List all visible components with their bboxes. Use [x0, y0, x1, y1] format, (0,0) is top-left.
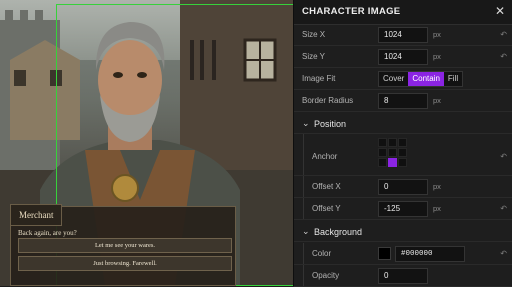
background-section-title: Background	[314, 227, 363, 237]
position-section-header[interactable]: ⌄ Position	[294, 114, 512, 134]
opacity-label: Opacity	[312, 271, 340, 280]
image-fit-row: Image Fit Cover Contain Fill	[294, 68, 512, 90]
border-radius-row: Border Radius 8 px	[294, 90, 512, 112]
size-y-row: Size Y 1024 px ↶	[294, 46, 512, 68]
dialogue-choice[interactable]: Just browsing. Farewell.	[18, 256, 232, 271]
anchor-label: Anchor	[312, 152, 338, 161]
offset-y-input[interactable]: -125	[378, 201, 428, 217]
reset-icon[interactable]: ↶	[500, 152, 507, 161]
offset-x-row: Offset X 0 px	[294, 176, 512, 198]
reset-icon[interactable]: ↶	[500, 52, 507, 61]
image-fit-segmented: Cover Contain Fill	[378, 71, 464, 87]
background-section-header[interactable]: ⌄ Background	[294, 222, 512, 242]
size-y-label: Size Y	[302, 52, 325, 61]
anchor-cell[interactable]	[398, 158, 407, 167]
offset-y-label: Offset Y	[312, 204, 341, 213]
anchor-cell[interactable]	[388, 138, 397, 147]
panel-header: CHARACTER IMAGE ✕	[294, 0, 512, 25]
chevron-down-icon: ⌄	[302, 118, 310, 128]
dialogue-line: Back again, are you?	[18, 229, 77, 237]
border-radius-input[interactable]: 8	[378, 93, 428, 109]
color-row: Color #000000 ↶	[294, 243, 512, 265]
scene-preview: Merchant Back again, are you? Let me see…	[0, 0, 293, 286]
color-swatch[interactable]	[378, 247, 391, 260]
unit-label: px	[433, 30, 441, 39]
offset-y-row: Offset Y -125 px ↶	[294, 198, 512, 220]
reset-icon[interactable]: ↶	[500, 204, 507, 213]
opacity-input[interactable]: 0	[378, 268, 428, 284]
anchor-cell[interactable]	[398, 148, 407, 157]
color-hex-input[interactable]: #000000	[395, 246, 465, 262]
unit-label: px	[433, 204, 441, 213]
image-fit-label: Image Fit	[302, 74, 336, 83]
chevron-down-icon: ⌄	[302, 226, 310, 236]
reset-icon[interactable]: ↶	[500, 249, 507, 258]
anchor-grid[interactable]	[378, 138, 408, 168]
anchor-cell-selected[interactable]	[388, 158, 397, 167]
unit-label: px	[433, 96, 441, 105]
close-icon[interactable]: ✕	[495, 4, 505, 18]
anchor-cell[interactable]	[378, 158, 387, 167]
offset-x-input[interactable]: 0	[378, 179, 428, 195]
offset-x-label: Offset X	[312, 182, 341, 191]
position-section-title: Position	[314, 119, 347, 129]
size-x-input[interactable]: 1024	[378, 27, 428, 43]
dialogue-choice[interactable]: Let me see your wares.	[18, 238, 232, 253]
panel-title: CHARACTER IMAGE	[302, 6, 401, 17]
size-y-input[interactable]: 1024	[378, 49, 428, 65]
fit-option-contain[interactable]: Contain	[408, 72, 444, 86]
anchor-cell[interactable]	[378, 138, 387, 147]
fit-option-cover[interactable]: Cover	[379, 72, 408, 86]
size-x-row: Size X 1024 px ↶	[294, 24, 512, 46]
fit-option-fill[interactable]: Fill	[444, 72, 462, 86]
anchor-cell[interactable]	[388, 148, 397, 157]
unit-label: px	[433, 182, 441, 191]
size-x-label: Size X	[302, 30, 326, 39]
speaker-name: Merchant	[10, 204, 63, 226]
opacity-row: Opacity 0	[294, 265, 512, 287]
anchor-cell[interactable]	[378, 148, 387, 157]
anchor-row: Anchor ↶	[294, 134, 512, 176]
unit-label: px	[433, 52, 441, 61]
color-label: Color	[312, 249, 332, 258]
border-radius-label: Border Radius	[302, 96, 354, 105]
reset-icon[interactable]: ↶	[500, 30, 507, 39]
properties-panel: CHARACTER IMAGE ✕ Size X 1024 px ↶ Size …	[293, 0, 512, 287]
anchor-cell[interactable]	[398, 138, 407, 147]
